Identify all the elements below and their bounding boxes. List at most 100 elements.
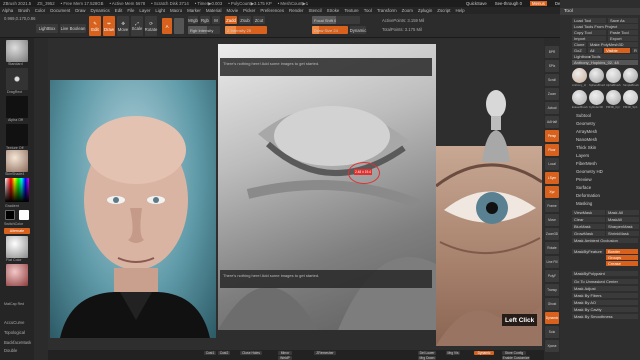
shelf-solo[interactable]: Solo	[545, 326, 559, 338]
all-button[interactable]: All	[588, 48, 602, 53]
mask-row-mask-by-cavity[interactable]: Mask By Cavity	[572, 307, 638, 312]
dynamic-button[interactable]: Dynamic	[350, 26, 366, 34]
shelf-ghost[interactable]: Ghost	[545, 298, 559, 310]
shelf-floor[interactable]: Floor	[545, 144, 559, 156]
color-picker[interactable]	[5, 178, 29, 202]
double-label[interactable]: Double	[4, 348, 17, 353]
shelf-zoom[interactable]: Zoom	[545, 88, 559, 100]
rgb-button[interactable]: Rgb	[200, 16, 210, 24]
backface-mask-label[interactable]: BackfaceMask	[4, 340, 31, 345]
mask-extra-groups[interactable]: Groups	[606, 255, 638, 260]
mask-extra-crease[interactable]: Crease	[606, 261, 638, 266]
secondary-color-swatch[interactable]	[19, 210, 29, 220]
shelf-zoom3d[interactable]: Zoom3D	[545, 228, 559, 240]
submenu-thick-skin[interactable]: Thick Skin	[576, 145, 596, 150]
shelf-aahalf[interactable]: AAHalf	[545, 116, 559, 128]
menu-macro[interactable]: Macro	[170, 8, 182, 13]
close-holes-button[interactable]: Close Holes	[240, 351, 262, 355]
menu-marker[interactable]: Marker	[187, 8, 201, 13]
menu-transform[interactable]: Transform	[377, 8, 397, 13]
mask-sharpenmask[interactable]: SharpenMask	[606, 224, 639, 229]
mask-shrinkmask[interactable]: ShrinkMask	[606, 231, 639, 236]
submenu-arraymesh[interactable]: ArrayMesh	[576, 129, 597, 134]
m-button[interactable]: M	[212, 16, 220, 24]
load-tool-button[interactable]: Load Tool	[572, 18, 606, 23]
scale-button[interactable]: ⤢ Scale	[131, 16, 143, 36]
mask-viewmask[interactable]: ViewMask	[572, 210, 605, 215]
menu-render[interactable]: Render	[289, 8, 303, 13]
shelf-polyf[interactable]: PolyF	[545, 270, 559, 282]
mask-maskall[interactable]: MaskAll	[606, 217, 639, 222]
menu-alpha[interactable]: Alpha	[2, 8, 13, 13]
store-config-button[interactable]: Store Config	[502, 351, 526, 355]
load-tools-from-project-button[interactable]: Load Tools From Project	[572, 24, 638, 29]
lightbox-button[interactable]: LightBox	[36, 24, 58, 33]
weld-button[interactable]: WeldP	[278, 355, 292, 360]
clone-button[interactable]: Clone	[572, 42, 586, 47]
z-intensity-slider[interactable]: Z Intensity 25	[225, 26, 267, 34]
mask-row-go-to-unmasked-center[interactable]: Go To Unmasked Center	[572, 279, 638, 284]
mask-extra-border[interactable]: Border	[606, 249, 638, 254]
menu-edit[interactable]: Edit	[115, 8, 123, 13]
mrg-vis-button[interactable]: Mrg Vis	[446, 351, 460, 355]
menu-texture[interactable]: Texture	[344, 8, 358, 13]
shelf-bpr[interactable]: BPR	[545, 46, 559, 58]
shelf-move[interactable]: Move	[545, 214, 559, 226]
mask-by-polypaint[interactable]: MaskByPolypaint	[572, 271, 638, 276]
menu-picker[interactable]: Picker	[243, 8, 255, 13]
menus-toggle[interactable]: Menus	[530, 1, 547, 6]
visible-button[interactable]: Visible	[604, 48, 630, 53]
live-boolean-button[interactable]: Live Boolean	[60, 24, 86, 33]
paste-tool-button[interactable]: Paste Tool	[608, 30, 638, 35]
focal-shift-slider[interactable]: Focal Shift 0	[312, 16, 360, 24]
submenu-surface[interactable]: Surface	[576, 185, 591, 190]
zremesher-button[interactable]: ZRemesher	[314, 351, 336, 355]
export-button[interactable]: Export	[608, 36, 638, 41]
shelf-persp[interactable]: Persp	[545, 130, 559, 142]
tool-thumb-0[interactable]	[572, 68, 587, 83]
cust1-button[interactable]: Cust1	[204, 351, 216, 355]
dynamic-bottom-button[interactable]: Dynamic	[474, 351, 494, 355]
mask-row-mask-adjust[interactable]: Mask Adjust	[572, 286, 638, 291]
rotate-button[interactable]: ⟳ Rotate	[145, 16, 157, 36]
accucurve-label[interactable]: AccuCurve	[4, 320, 24, 325]
menu-file[interactable]: File	[127, 8, 134, 13]
shelf-xyz[interactable]: Xyz	[545, 186, 559, 198]
navigation-head[interactable]	[482, 82, 510, 162]
submenu-subtool[interactable]: Subtool	[576, 113, 591, 118]
submenu-geometry-hd[interactable]: Geometry HD	[576, 169, 603, 174]
shelf-frame[interactable]: Frame	[545, 200, 559, 212]
mirror-button[interactable]: Mirror	[278, 351, 292, 355]
menu-movie[interactable]: Movie	[226, 8, 238, 13]
menu-color[interactable]: Color	[35, 8, 46, 13]
copy-tool-button[interactable]: Copy Tool	[572, 30, 606, 35]
menu-tool[interactable]: Tool	[364, 8, 372, 13]
cust2-button[interactable]: Cust2	[218, 351, 230, 355]
submenu-preview[interactable]: Preview	[576, 177, 592, 182]
mask-blurmask[interactable]: BlurMask	[572, 224, 605, 229]
material-sphere-icon[interactable]	[6, 150, 28, 172]
menu-dynamics[interactable]: Dynamics	[90, 8, 109, 13]
submenu-layers[interactable]: Layers	[576, 153, 589, 158]
move-button[interactable]: ✥ Move	[117, 16, 129, 36]
menu-zscript[interactable]: Zscript	[437, 8, 450, 13]
alpha-icon[interactable]	[6, 96, 28, 118]
mask-row-mask-by-ao[interactable]: Mask By AO	[572, 300, 638, 305]
menu-brush[interactable]: Brush	[18, 8, 29, 13]
shelf-local[interactable]: Local	[545, 158, 559, 170]
submenu-masking[interactable]: Masking	[576, 201, 592, 206]
submenu-nanomesh[interactable]: NanoMesh	[576, 137, 597, 142]
canvas-viewport[interactable]: 2.48 ± 19.4 There's nothing here! Add so…	[48, 38, 544, 350]
rgb-intensity-slider[interactable]: Rgb Intensity	[188, 26, 220, 34]
submenu-geometry[interactable]: Geometry	[576, 121, 595, 126]
enable-customize-button[interactable]: Enable Customize	[502, 355, 530, 360]
shelf-dynamic[interactable]: Dynamic	[545, 312, 559, 324]
shelf-spix[interactable]: SPix	[545, 60, 559, 72]
tool-thumb-5[interactable]	[589, 90, 604, 105]
shelf-actual[interactable]: Actual	[545, 102, 559, 114]
tool-thumb-3[interactable]	[623, 68, 638, 83]
shelf-transp[interactable]: Transp	[545, 284, 559, 296]
tool-thumb-7[interactable]	[623, 90, 638, 105]
mask-mask-ambient-occlusion[interactable]: Mask Ambient Occlusion	[572, 238, 638, 243]
edit-button[interactable]: ✎ Edit	[89, 16, 101, 36]
